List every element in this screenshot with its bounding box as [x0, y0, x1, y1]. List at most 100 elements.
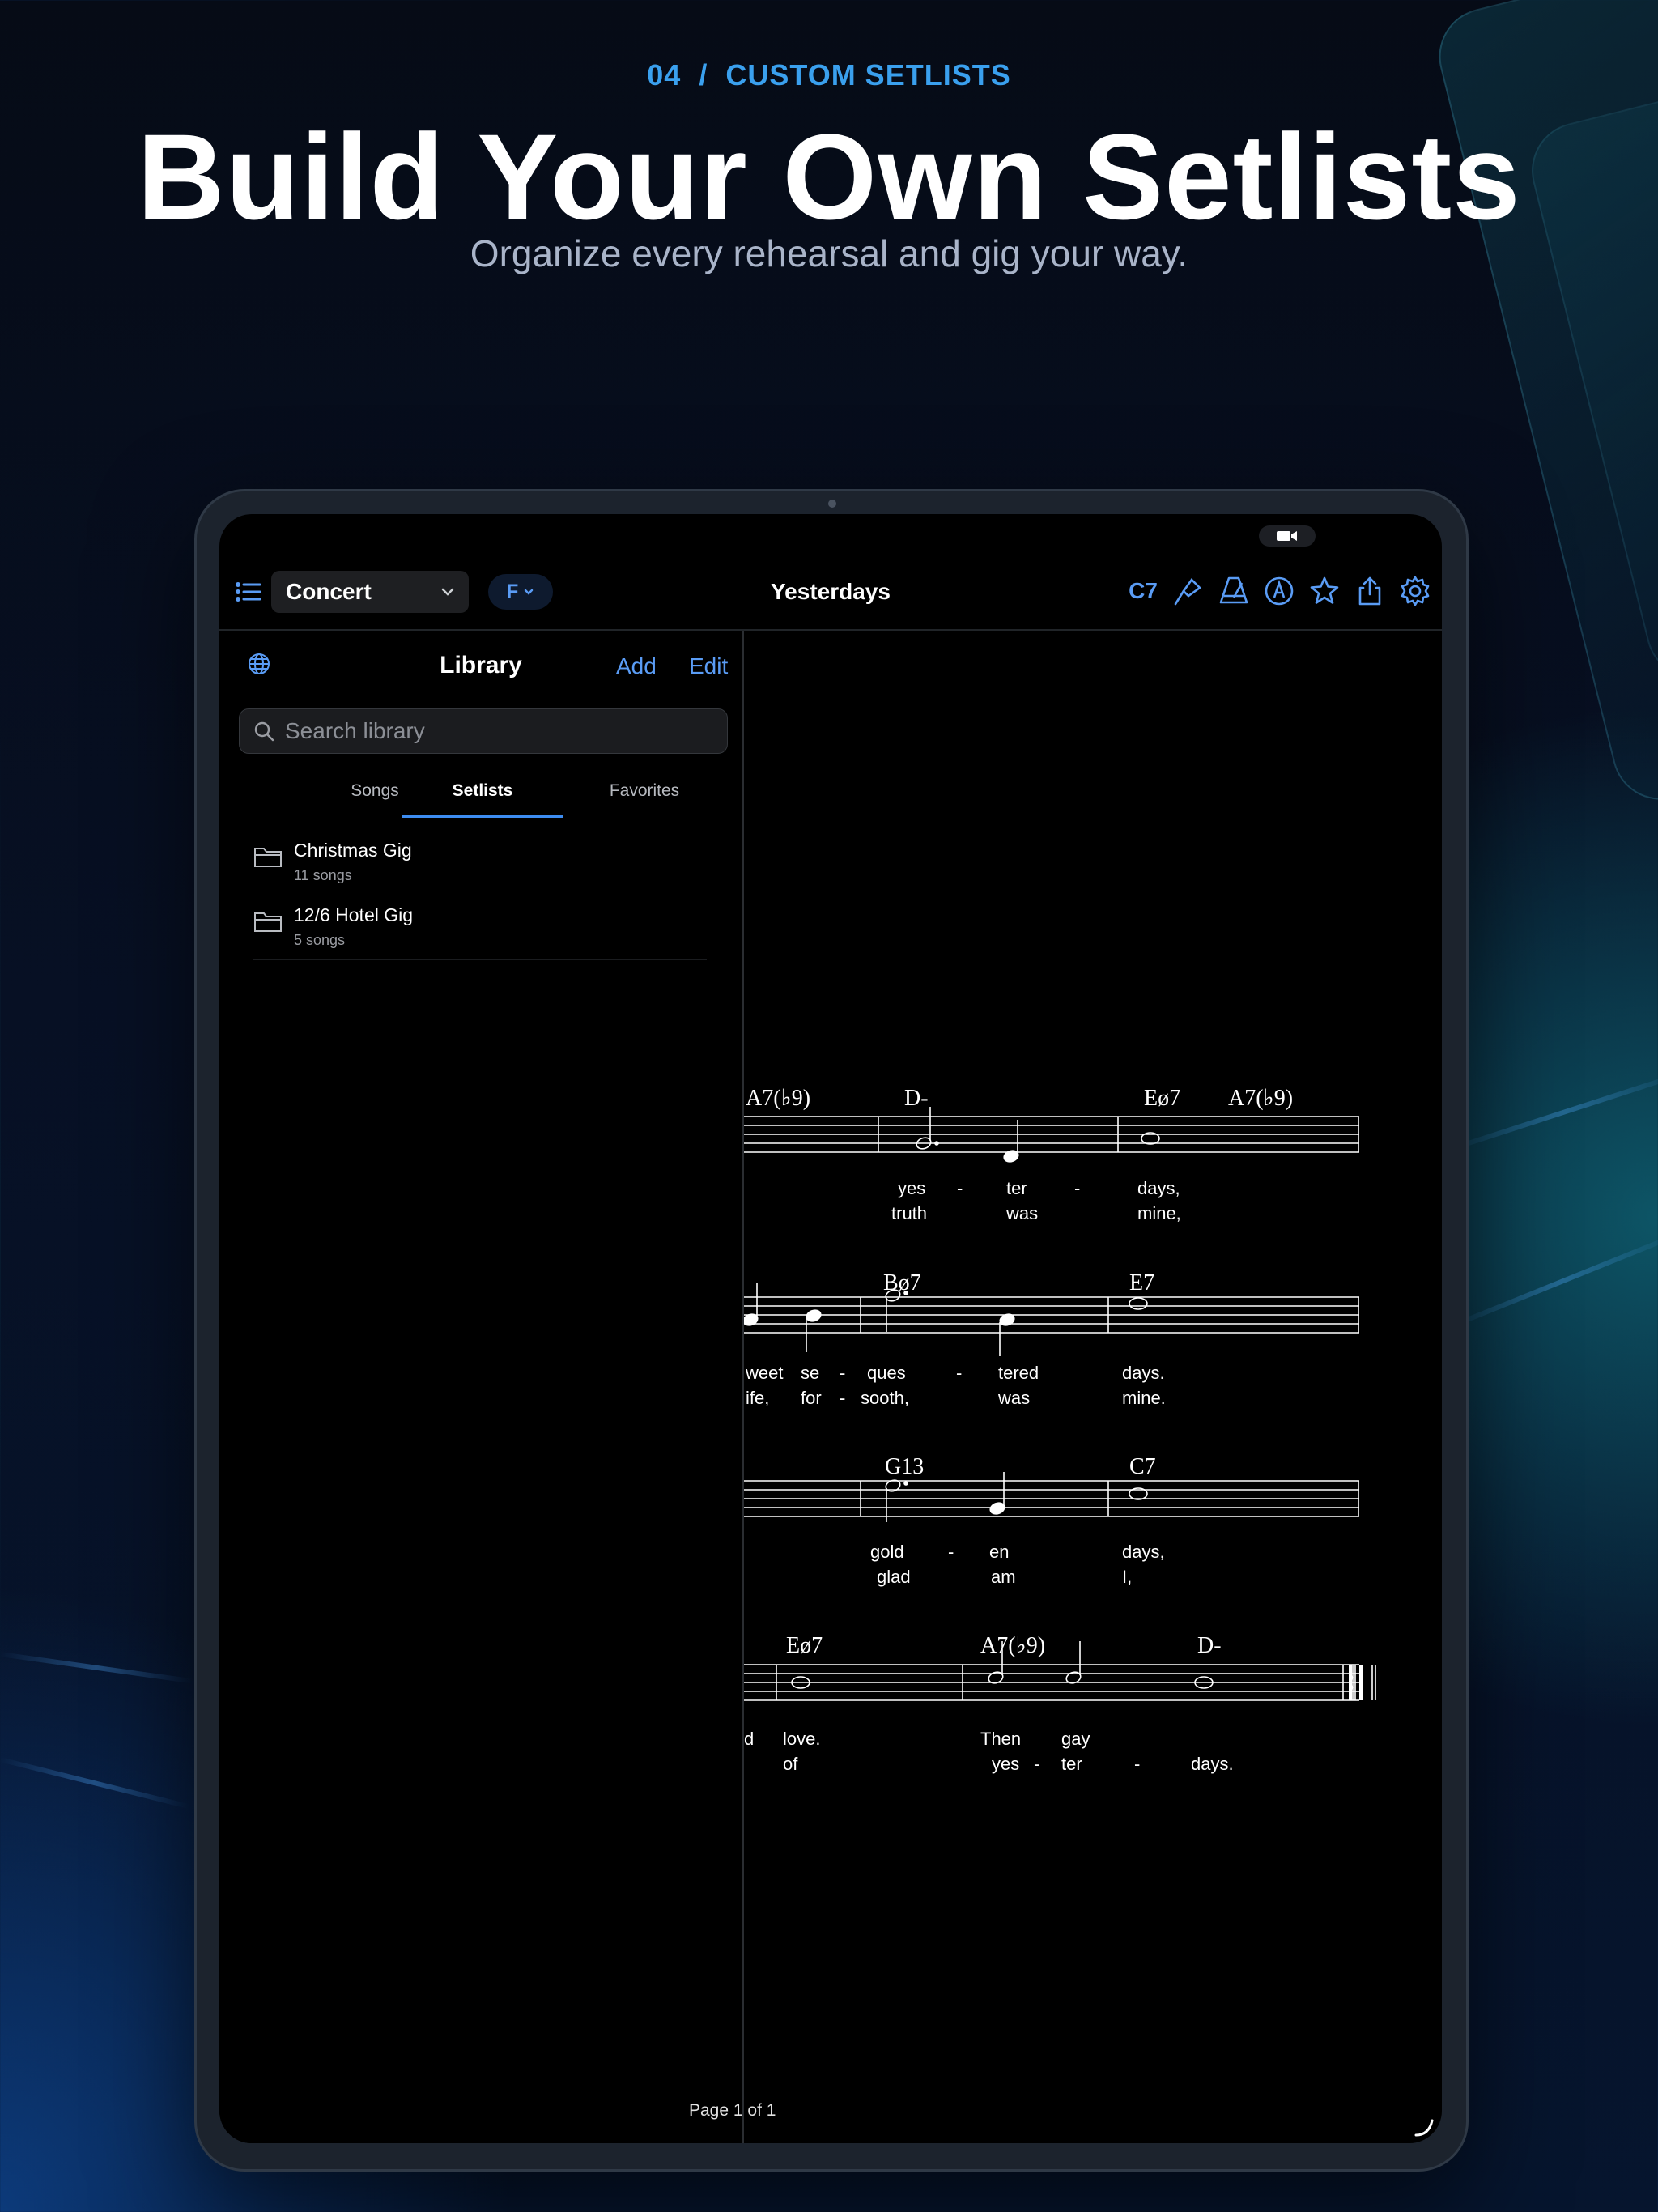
lyric-syllable: mine.: [1122, 1388, 1166, 1408]
lyric-syllable: of: [783, 1754, 798, 1774]
app-screen: Concert F Yesterdays C7 Library Add Edit…: [219, 514, 1442, 2143]
lyric-syllable: en: [989, 1542, 1009, 1562]
lyric-syllable: yes: [992, 1754, 1019, 1774]
chord-symbol: Bø7: [883, 1270, 921, 1295]
star-icon[interactable]: [1306, 572, 1343, 610]
tablet-device-frame: Concert F Yesterdays C7 Library Add Edit…: [194, 489, 1469, 2172]
section-number: 04: [647, 58, 682, 91]
lyric-syllable: ife,: [746, 1388, 769, 1408]
resize-handle-icon[interactable]: [1411, 2114, 1435, 2138]
lyric-syllable: gay: [1061, 1729, 1090, 1749]
chevron-down-icon: [441, 588, 454, 596]
lyric-syllable: ques: [867, 1363, 906, 1383]
lyric-syllable: for: [801, 1388, 822, 1408]
search-input[interactable]: [283, 717, 708, 745]
lyrics: yes - ter - days, truth was mine, weet s…: [744, 1178, 1234, 1774]
lyric-syllable: glad: [877, 1567, 911, 1587]
lyric-syllable: am: [991, 1567, 1016, 1587]
section-separator: /: [699, 58, 708, 91]
headline: Build Your Own Setlists: [137, 108, 1521, 245]
lyric-syllable: days.: [1191, 1754, 1234, 1774]
staff-system-4: [744, 1641, 1376, 1701]
gear-icon[interactable]: [1397, 572, 1434, 610]
lyric-syllable: -: [840, 1388, 845, 1408]
staff-system-2: [744, 1283, 1359, 1356]
lyric-syllable: I,: [1122, 1567, 1132, 1587]
background-streak: [1439, 1231, 1658, 1333]
subheadline: Organize every rehearsal and gig your wa…: [470, 232, 1188, 274]
top-toolbar: Concert F Yesterdays C7: [219, 555, 1442, 631]
library-tabs: Songs Setlists Favorites: [219, 767, 742, 819]
section-eyebrow: 04 / CUSTOM SETLISTS: [0, 58, 1658, 92]
lyric-syllable: -: [1134, 1754, 1140, 1774]
chord-symbol: A7(♭9): [1228, 1086, 1293, 1111]
search-icon: [254, 721, 274, 742]
chord-symbol: G13: [885, 1454, 924, 1479]
lyric-syllable: sooth,: [861, 1388, 909, 1408]
chord-symbol: A7(♭9): [980, 1633, 1045, 1658]
lyric-syllable: ter: [1061, 1754, 1082, 1774]
edit-button[interactable]: Edit: [689, 653, 728, 679]
lyric-syllable: days,: [1122, 1542, 1165, 1562]
chord-symbol: Eø7: [1144, 1086, 1180, 1111]
section-label: CUSTOM SETLISTS: [725, 58, 1011, 91]
lyric-syllable: -: [1034, 1754, 1039, 1774]
lyric-syllable: weet: [745, 1363, 783, 1383]
lyric-syllable: gold: [870, 1542, 904, 1562]
lyric-syllable: d: [744, 1729, 754, 1749]
lyric-syllable: days.: [1122, 1363, 1165, 1383]
setlist-name: 12/6 Hotel Gig: [294, 904, 414, 925]
lyric-syllable: ter: [1006, 1178, 1027, 1198]
background-streak: [0, 1757, 189, 1809]
lyric-syllable: mine,: [1137, 1203, 1181, 1223]
transpose-label: C7: [1129, 578, 1158, 603]
instrument-selector[interactable]: Concert: [271, 571, 469, 613]
toolbar-actions: C7: [1124, 572, 1434, 610]
metronome-icon[interactable]: [1215, 572, 1252, 610]
background-streak: [1440, 1070, 1658, 1155]
share-icon[interactable]: [1351, 572, 1388, 610]
lyric-syllable: truth: [891, 1203, 927, 1223]
background-streak: [0, 1652, 193, 1684]
chord-symbol: Eø7: [786, 1633, 823, 1658]
transpose-button[interactable]: C7: [1124, 572, 1162, 610]
mic-icon[interactable]: [1170, 572, 1207, 610]
lyric-syllable: -: [957, 1178, 963, 1198]
setlist-name: Christmas Gig: [294, 840, 412, 861]
chord-symbol: D-: [904, 1086, 929, 1111]
instrument-label: Concert: [286, 579, 372, 604]
search-bar: [239, 708, 728, 754]
library-sidebar: Library Add Edit Songs Setlists Favorite…: [219, 631, 744, 2143]
lyric-syllable: -: [1074, 1178, 1080, 1198]
lyric-syllable: love.: [783, 1729, 820, 1749]
key-selector[interactable]: F: [488, 574, 553, 610]
lyric-syllable: -: [840, 1363, 845, 1383]
library-header: Library Add Edit: [219, 631, 742, 696]
staff-system-3: [744, 1472, 1359, 1522]
folder-icon: [254, 912, 282, 932]
library-title: Library: [440, 652, 522, 678]
setlist-count: 5 songs: [294, 932, 346, 948]
lyric-syllable: se: [801, 1363, 819, 1383]
pen-icon[interactable]: [1261, 572, 1298, 610]
staff-system-1: [744, 1107, 1359, 1163]
chord-symbol: D-: [1197, 1633, 1222, 1658]
list-icon[interactable]: [231, 574, 266, 610]
page-indicator: Page 1 of 1: [689, 2101, 776, 2120]
tab-active-underline: [402, 815, 563, 818]
lyric-syllable: Then: [980, 1729, 1021, 1749]
setlist-item[interactable]: Christmas Gig 11 songs: [253, 832, 707, 895]
camera-indicator-icon: [1259, 525, 1316, 547]
folder-icon: [254, 848, 282, 867]
sheet-music-score: A7(♭9) D- Eø7 A7(♭9) Bø7 E7 G13 C7 Eø7 A…: [744, 1086, 1376, 1774]
chord-symbol: E7: [1129, 1270, 1154, 1295]
lyric-syllable: -: [956, 1363, 962, 1383]
lyric-syllable: was: [997, 1388, 1030, 1408]
lyric-syllable: yes: [898, 1178, 925, 1198]
sheet-music-view: A7(♭9) D- Eø7 A7(♭9) Bø7 E7 G13 C7 Eø7 A…: [744, 631, 1442, 2143]
setlist-count: 11 songs: [294, 867, 352, 883]
setlist-item[interactable]: 12/6 Hotel Gig 5 songs: [253, 896, 707, 960]
lyric-syllable: days,: [1137, 1178, 1180, 1198]
add-button[interactable]: Add: [616, 653, 657, 679]
camera-dot: [828, 500, 836, 508]
